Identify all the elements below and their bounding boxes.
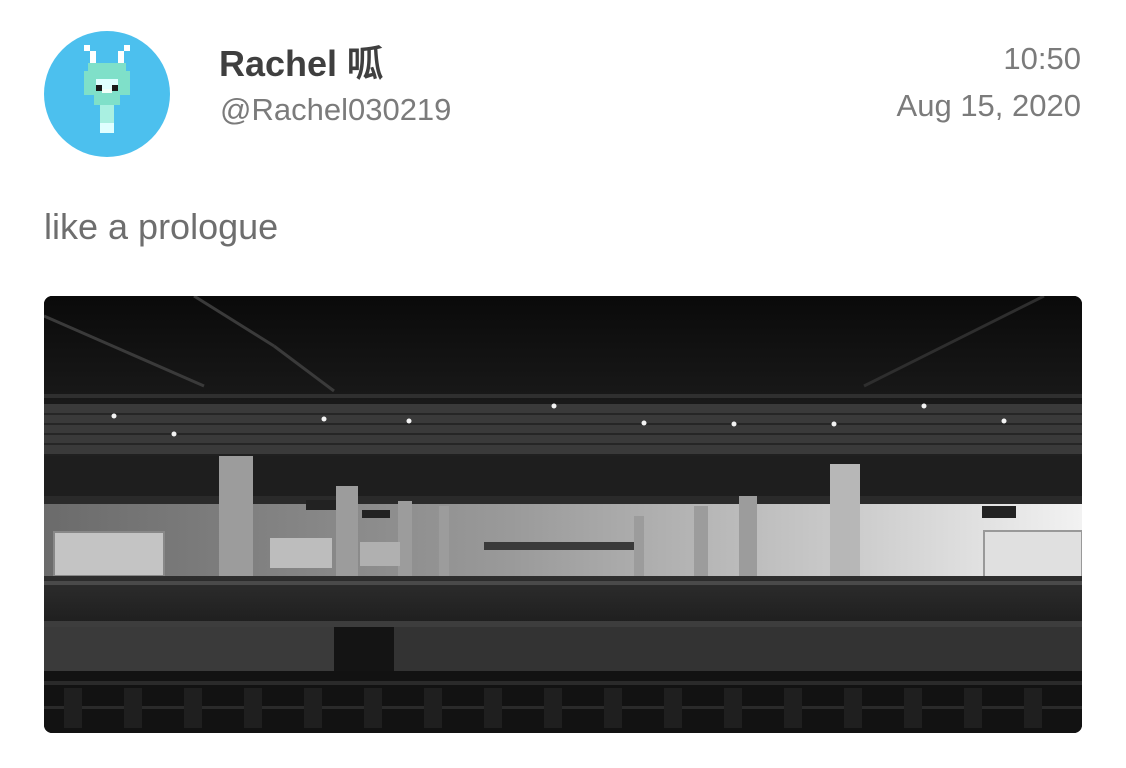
post-image[interactable]: [44, 296, 1082, 733]
train-station-platform-photo: [44, 296, 1082, 733]
author-name[interactable]: Rachel 呱: [219, 42, 383, 86]
author-handle[interactable]: @Rachel030219: [220, 90, 451, 130]
post-text: like a prologue: [44, 206, 279, 247]
post-time: 10:50: [1003, 41, 1081, 76]
avatar[interactable]: [44, 31, 170, 157]
post-date: Aug 15, 2020: [896, 88, 1081, 123]
pixel-rabbit-icon: [84, 45, 130, 133]
